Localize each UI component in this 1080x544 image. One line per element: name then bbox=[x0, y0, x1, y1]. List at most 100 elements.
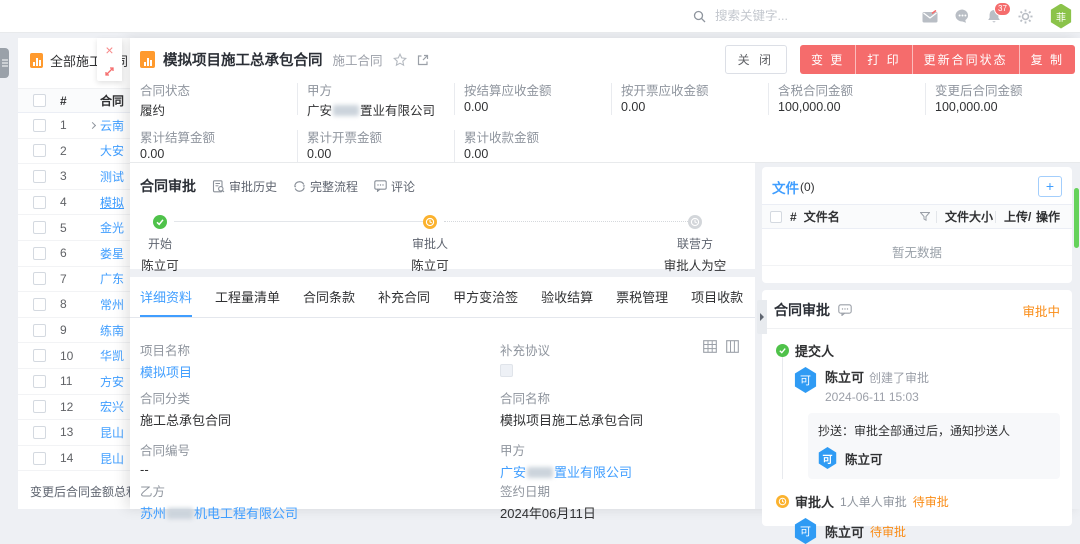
detail-form: 项目名称 模拟项目 补充协议 合同分类 施工总承包合同 合同名称 模拟项目施工总… bbox=[130, 318, 755, 522]
tab-supplement[interactable]: 补充合同 bbox=[378, 277, 430, 317]
panel-collapse-handle[interactable] bbox=[0, 48, 9, 78]
contract-link[interactable]: 宏兴 bbox=[100, 398, 124, 415]
side-panel-collapse-handle[interactable] bbox=[757, 300, 767, 334]
contract-link[interactable]: 练南 bbox=[100, 322, 124, 339]
select-all-checkbox[interactable] bbox=[33, 94, 46, 107]
close-icon[interactable]: × bbox=[105, 43, 113, 57]
full-flow-link[interactable]: 完整流程 bbox=[293, 178, 358, 195]
field-party-a: 甲方 广安置业有限公司 bbox=[297, 80, 454, 119]
cumulative-received-link[interactable]: 0.00 bbox=[464, 147, 611, 161]
field-cumulative-settlement: 累计结算金额 0.00 bbox=[140, 127, 297, 161]
contract-link[interactable]: 昆山 bbox=[100, 424, 124, 441]
user-avatar[interactable]: 菲 bbox=[1050, 4, 1072, 29]
filter-funnel-icon[interactable] bbox=[920, 212, 930, 221]
column-view-icon[interactable] bbox=[726, 340, 739, 353]
avatar: 可 bbox=[794, 367, 817, 393]
field-contract-name: 合同名称 模拟项目施工总承包合同 bbox=[500, 388, 745, 440]
clock-icon bbox=[423, 215, 437, 229]
row-checkbox[interactable] bbox=[33, 349, 46, 362]
contract-link[interactable]: 常州 bbox=[100, 296, 124, 313]
close-button[interactable]: 关 闭 bbox=[725, 45, 787, 74]
star-favorite-icon[interactable] bbox=[393, 53, 407, 67]
timeline-step-partner: 联营方 审批人为空 bbox=[635, 205, 755, 274]
row-checkbox[interactable] bbox=[33, 170, 46, 183]
action-button-group: 变 更 打 印 更新合同状态 复 制 bbox=[800, 45, 1075, 74]
contract-link[interactable]: 大安 bbox=[100, 142, 124, 159]
cumulative-invoiced-link[interactable]: 0.00 bbox=[307, 147, 454, 161]
copy-button[interactable]: 复 制 bbox=[1020, 45, 1075, 74]
scrollbar-thumb[interactable] bbox=[1074, 188, 1079, 248]
approval-detail-panel: 合同审批 审批中 提交人 可 陈立可创建了审批 2024-06-11 15:03 bbox=[762, 290, 1072, 526]
comment-icon[interactable] bbox=[838, 304, 852, 316]
contract-link[interactable]: 云南 bbox=[100, 117, 124, 134]
row-checkbox[interactable] bbox=[33, 221, 46, 234]
row-checkbox[interactable] bbox=[33, 144, 46, 157]
message-icon[interactable] bbox=[955, 9, 970, 23]
row-checkbox[interactable] bbox=[33, 272, 46, 285]
print-button[interactable]: 打 印 bbox=[856, 45, 912, 74]
file-size-header: 文件大小 bbox=[937, 208, 995, 225]
timestamp: 2024-06-11 15:03 bbox=[825, 390, 929, 404]
settings-gear-icon[interactable] bbox=[1018, 9, 1033, 24]
update-status-button[interactable]: 更新合同状态 bbox=[913, 45, 1020, 74]
name-column-header: 合同 bbox=[100, 92, 124, 109]
notifications-bell[interactable]: 37 bbox=[987, 9, 1001, 24]
row-checkbox[interactable] bbox=[33, 375, 46, 388]
cc-note-box: 抄送：审批全部通过后，通知抄送人 可 陈立可 bbox=[808, 413, 1060, 479]
approval-panel-title: 合同审批 bbox=[774, 300, 830, 320]
tab-terms[interactable]: 合同条款 bbox=[303, 277, 355, 317]
mail-icon[interactable] bbox=[922, 10, 938, 23]
file-action-header: 操作 bbox=[1036, 208, 1072, 225]
tab-party-a-change[interactable]: 甲方变洽签 bbox=[453, 277, 518, 317]
expand-icon[interactable] bbox=[104, 66, 115, 77]
project-link[interactable]: 模拟项目 bbox=[140, 362, 500, 381]
add-file-button[interactable]: + bbox=[1038, 176, 1062, 197]
field-contract-category: 合同分类 施工总承包合同 bbox=[140, 388, 500, 440]
tab-detail-info[interactable]: 详细资料 bbox=[140, 277, 192, 317]
change-button[interactable]: 变 更 bbox=[800, 45, 856, 74]
avatar: 可 bbox=[794, 518, 817, 544]
row-checkbox[interactable] bbox=[33, 196, 46, 209]
field-receivable-by-settlement: 按结算应收金额 0.00 bbox=[454, 80, 611, 119]
approval-history-link[interactable]: 审批历史 bbox=[212, 178, 277, 195]
contract-link[interactable]: 华凯 bbox=[100, 347, 124, 364]
row-checkbox[interactable] bbox=[33, 119, 46, 132]
check-circle-icon bbox=[153, 215, 167, 229]
contract-link[interactable]: 昆山 bbox=[100, 450, 124, 467]
topbar: 37 菲 bbox=[0, 0, 1080, 33]
tab-acceptance[interactable]: 验收结算 bbox=[541, 277, 593, 317]
table-view-icon[interactable] bbox=[703, 340, 717, 353]
row-checkbox[interactable] bbox=[33, 452, 46, 465]
party-b-link[interactable]: 苏州机电工程有限公司 bbox=[140, 503, 500, 522]
index-column-header: # bbox=[60, 94, 84, 108]
contract-link[interactable]: 测试 bbox=[100, 168, 124, 185]
list-footer-total: 变更后合同金额总和: bbox=[30, 483, 141, 500]
select-all-checkbox[interactable] bbox=[770, 211, 782, 223]
tab-project-receipt[interactable]: 项目收款 bbox=[691, 277, 743, 317]
row-checkbox[interactable] bbox=[33, 426, 46, 439]
contract-doc-icon bbox=[140, 51, 155, 68]
contract-link[interactable]: 方安 bbox=[100, 373, 124, 390]
row-checkbox[interactable] bbox=[33, 400, 46, 413]
open-external-icon[interactable] bbox=[417, 54, 429, 66]
row-checkbox[interactable] bbox=[33, 247, 46, 260]
avatar: 可 bbox=[818, 447, 837, 469]
field-contract-status: 合同状态 履约 bbox=[140, 80, 297, 119]
row-checkbox[interactable] bbox=[33, 298, 46, 311]
tab-boq[interactable]: 工程量清单 bbox=[215, 277, 280, 317]
detail-main-section: 合同审批 审批历史 完整流程 评论 开始 陈立可 bbox=[130, 163, 755, 509]
notification-badge: 37 bbox=[994, 2, 1011, 16]
field-party-a-detail: 甲方 广安置业有限公司 bbox=[500, 440, 745, 481]
field-party-b: 乙方 苏州机电工程有限公司 bbox=[140, 481, 500, 522]
global-search[interactable] bbox=[693, 0, 865, 32]
detail-side-column: 文件 (0) + # 文件名 文件大小 上传/ 操作 暂无数据 合同审批 bbox=[755, 163, 1080, 509]
search-input[interactable] bbox=[715, 9, 865, 23]
tab-invoice-tax[interactable]: 票税管理 bbox=[616, 277, 668, 317]
row-checkbox[interactable] bbox=[33, 324, 46, 337]
party-a-link[interactable]: 广安置业有限公司 bbox=[500, 462, 745, 481]
clock-icon bbox=[776, 495, 789, 508]
comment-link[interactable]: 评论 bbox=[374, 178, 415, 195]
file-uploader-header: 上传/ bbox=[996, 208, 1036, 225]
expand-arrow-icon[interactable] bbox=[84, 123, 100, 128]
party-a-link[interactable]: 广安置业有限公司 bbox=[307, 100, 454, 119]
